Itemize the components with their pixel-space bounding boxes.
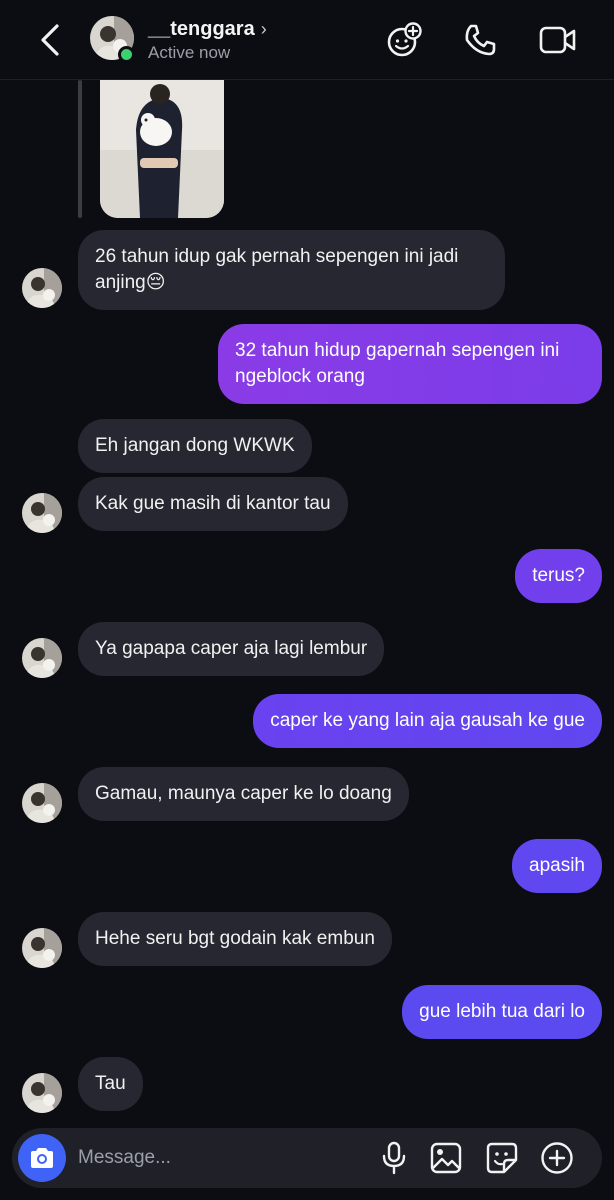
username-text: __tenggara xyxy=(148,18,255,40)
voice-call-button[interactable] xyxy=(460,20,500,60)
message-thread[interactable]: 26 tahun idup gak pernah sepengen ini ja… xyxy=(0,80,614,1126)
video-camera-icon xyxy=(539,26,576,54)
online-indicator xyxy=(118,46,135,63)
sender-avatar[interactable] xyxy=(22,493,62,533)
reply-indicator-line xyxy=(78,80,82,218)
sender-avatar[interactable] xyxy=(22,268,62,308)
message-bubble-incoming[interactable]: Eh jangan dong WKWK xyxy=(78,419,312,473)
contact-username[interactable]: __tenggara › xyxy=(148,18,267,41)
message-composer xyxy=(12,1128,602,1188)
back-button[interactable] xyxy=(30,20,70,60)
video-call-button[interactable] xyxy=(538,20,578,60)
ai-sparkle-icon xyxy=(387,22,422,57)
message-bubble-outgoing[interactable]: gue lebih tua dari lo xyxy=(402,985,602,1039)
sender-avatar[interactable] xyxy=(22,928,62,968)
message-bubble-incoming[interactable]: Hehe seru bgt godain kak embun xyxy=(78,912,392,966)
message-bubble-incoming[interactable]: Ya gapapa caper aja lagi lembur xyxy=(78,622,385,676)
message-bubble-outgoing[interactable]: 32 tahun hidup gapernah sepengen ini nge… xyxy=(218,324,602,404)
back-chevron-icon xyxy=(41,24,59,56)
sender-avatar[interactable] xyxy=(22,638,62,678)
message-bubble-incoming[interactable]: Kak gue masih di kantor tau xyxy=(78,477,348,531)
gallery-button[interactable] xyxy=(428,1140,464,1176)
message-bubble-incoming[interactable]: Gamau, maunya caper ke lo doang xyxy=(78,767,409,821)
message-bubble-outgoing[interactable]: apasih xyxy=(512,839,602,893)
microphone-icon xyxy=(382,1141,406,1175)
message-bubble-incoming[interactable]: 26 tahun idup gak pernah sepengen ini ja… xyxy=(78,230,505,310)
voice-message-button[interactable] xyxy=(376,1140,412,1176)
shared-photo[interactable] xyxy=(100,80,224,218)
chevron-right-icon: › xyxy=(260,19,267,39)
message-bubble-outgoing[interactable]: caper ke yang lain aja gausah ke gue xyxy=(253,694,602,748)
chat-header: __tenggara › Active now xyxy=(0,0,614,80)
active-status: Active now xyxy=(148,43,231,62)
more-options-button[interactable] xyxy=(539,1140,575,1176)
camera-icon xyxy=(31,1148,53,1168)
phone-icon xyxy=(465,24,496,56)
message-input[interactable] xyxy=(78,1142,368,1174)
ai-sparkle-button[interactable] xyxy=(384,20,424,60)
gallery-icon xyxy=(430,1142,462,1174)
sticker-icon xyxy=(486,1142,518,1174)
camera-button[interactable] xyxy=(18,1134,66,1182)
sender-avatar[interactable] xyxy=(22,783,62,823)
message-bubble-incoming[interactable]: Tau xyxy=(78,1057,143,1111)
sticker-button[interactable] xyxy=(484,1140,520,1176)
sender-avatar[interactable] xyxy=(22,1073,62,1113)
message-bubble-outgoing[interactable]: terus? xyxy=(515,549,602,603)
plus-circle-icon xyxy=(541,1142,573,1174)
